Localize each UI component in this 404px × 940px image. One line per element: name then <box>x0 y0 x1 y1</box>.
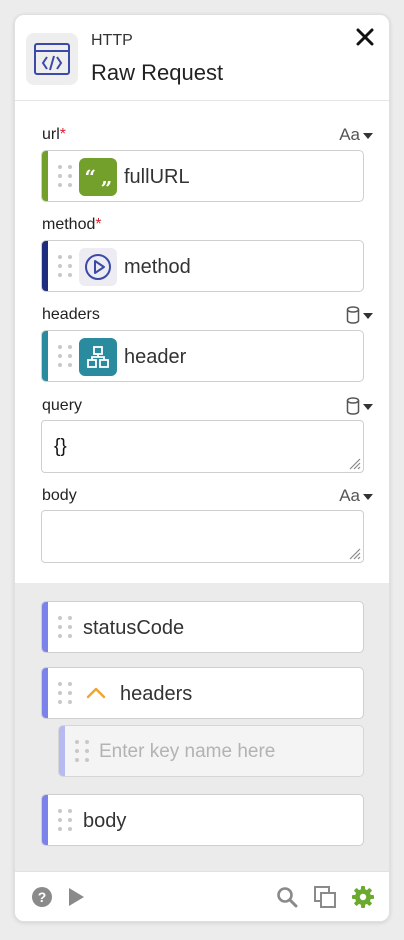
method-input-pill[interactable]: method <box>41 240 364 292</box>
output-body[interactable]: body <box>41 794 364 846</box>
node-title: Raw Request <box>91 60 224 85</box>
duplicate-icon[interactable] <box>313 885 337 909</box>
query-label: query <box>42 397 83 414</box>
settings-icon[interactable] <box>351 885 375 909</box>
drag-handle-icon[interactable] <box>58 682 72 704</box>
database-icon <box>346 397 360 415</box>
body-textarea[interactable] <box>41 510 364 563</box>
drag-handle-icon[interactable] <box>58 616 72 638</box>
drag-handle-icon[interactable] <box>58 809 72 831</box>
output-headers[interactable]: headers <box>41 667 364 719</box>
output-label: headers <box>120 683 193 705</box>
headers-input-pill[interactable]: header <box>41 330 364 382</box>
output-accent-bar <box>42 602 48 652</box>
hierarchy-icon <box>79 338 117 376</box>
svg-text:?: ? <box>38 889 47 905</box>
drag-handle-icon[interactable] <box>58 345 72 367</box>
node-panel: HTTP Raw Request url* Aa “ „ fullURL met… <box>14 14 390 922</box>
node-category: HTTP <box>91 32 133 49</box>
caret-down-icon <box>363 494 373 500</box>
chevron-up-icon[interactable] <box>86 685 106 699</box>
url-accent-bar <box>42 151 48 201</box>
outputs-section: statusCode headers Enter key name here b… <box>15 583 389 873</box>
output-label: statusCode <box>83 617 185 639</box>
query-textarea[interactable]: {} <box>41 420 364 473</box>
output-accent-bar <box>42 795 48 845</box>
resize-handle-icon[interactable] <box>347 456 361 470</box>
headers-label: headers <box>42 306 100 323</box>
caret-down-icon <box>363 133 373 139</box>
caret-down-icon <box>363 313 373 319</box>
resize-handle-icon[interactable] <box>347 546 361 560</box>
panel-footer: ? <box>15 871 389 921</box>
query-type-selector[interactable] <box>346 397 373 415</box>
help-icon[interactable]: ? <box>30 885 54 909</box>
body-type-selector[interactable]: Aa <box>339 486 373 506</box>
url-value: fullURL <box>124 166 190 188</box>
output-label: body <box>83 810 127 832</box>
output-accent-bar <box>42 668 48 718</box>
run-icon[interactable] <box>64 885 88 909</box>
output-accent-bar <box>59 726 65 776</box>
method-label: method* <box>42 216 102 233</box>
drag-handle-icon[interactable] <box>75 740 89 762</box>
database-icon <box>346 306 360 324</box>
method-value: method <box>124 256 191 278</box>
url-label: url* <box>42 126 67 143</box>
headers-accent-bar <box>42 331 48 381</box>
required-marker: * <box>95 216 102 233</box>
code-window-icon <box>26 33 78 85</box>
body-label: body <box>42 487 77 504</box>
url-type-selector[interactable]: Aa <box>339 125 373 145</box>
output-headers-key-row[interactable]: Enter key name here <box>58 725 364 777</box>
url-input-pill[interactable]: “ „ fullURL <box>41 150 364 202</box>
method-accent-bar <box>42 241 48 291</box>
panel-header: HTTP Raw Request <box>15 15 389 101</box>
key-name-input[interactable]: Enter key name here <box>99 741 275 763</box>
output-statuscode[interactable]: statusCode <box>41 601 364 653</box>
search-icon[interactable] <box>275 885 299 909</box>
caret-down-icon <box>363 404 373 410</box>
headers-value: header <box>124 346 187 368</box>
required-marker: * <box>59 126 67 143</box>
play-circle-icon <box>79 248 117 286</box>
drag-handle-icon[interactable] <box>58 165 72 187</box>
query-value: {} <box>54 436 67 457</box>
string-quote-icon: “ „ <box>79 158 117 196</box>
drag-handle-icon[interactable] <box>58 255 72 277</box>
headers-type-selector[interactable] <box>346 306 373 324</box>
close-icon[interactable] <box>353 25 377 49</box>
